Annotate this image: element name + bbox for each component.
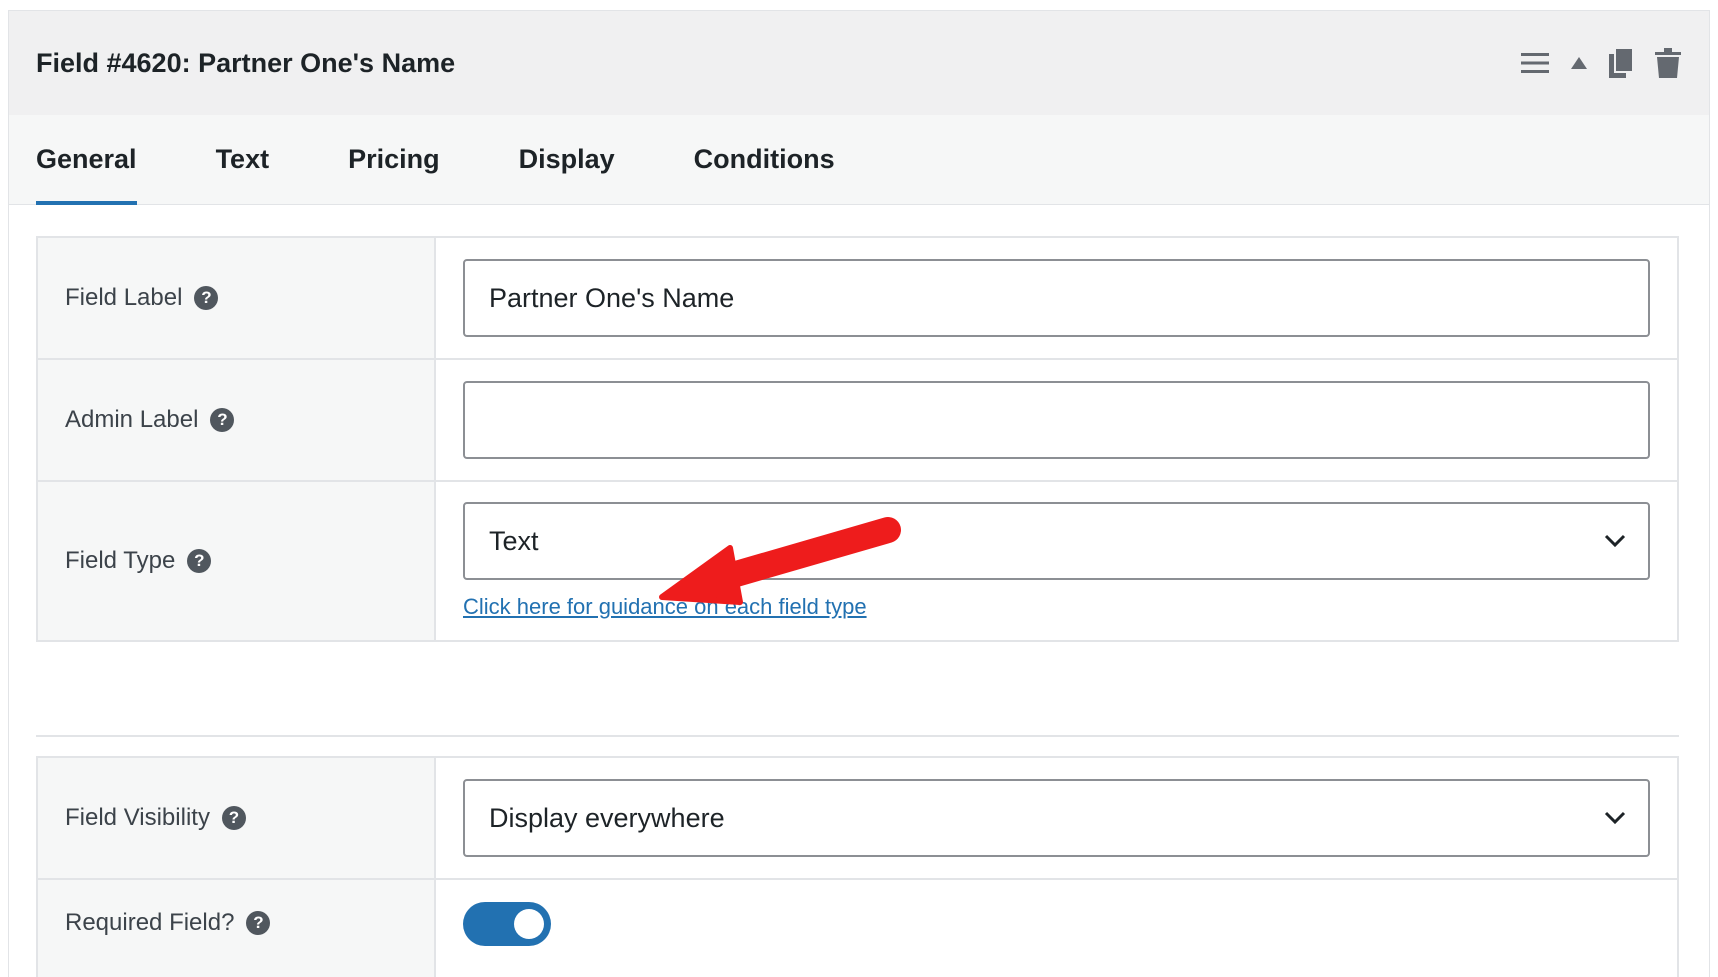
required-field-toggle[interactable]	[463, 902, 551, 946]
required-field-label: Required Field?	[65, 909, 235, 936]
visibility-settings-table: Field Visibility ? Display everywhere Re…	[36, 756, 1679, 977]
tab-pricing[interactable]: Pricing	[348, 115, 440, 204]
help-icon[interactable]: ?	[246, 911, 271, 935]
field-panel: Field #4620: Partner One's Name General …	[8, 10, 1710, 977]
field-label-input[interactable]: Partner One's Name	[463, 259, 1650, 337]
help-icon[interactable]: ?	[210, 408, 235, 432]
chevron-down-icon	[1604, 811, 1626, 825]
field-type-row: Field Type ? Text Click here for guidanc…	[36, 480, 1679, 642]
general-settings-table: Field Label ? Partner One's Name Admin L…	[36, 236, 1679, 642]
field-type-select[interactable]: Text	[463, 502, 1650, 580]
field-type-guidance-link[interactable]: Click here for guidance on each field ty…	[463, 594, 867, 620]
admin-label-label: Admin Label	[65, 406, 199, 433]
admin-label-input[interactable]	[463, 381, 1650, 459]
field-visibility-value: Display everywhere	[489, 802, 725, 833]
field-visibility-row: Field Visibility ? Display everywhere	[36, 756, 1679, 880]
duplicate-icon[interactable]	[1609, 48, 1633, 78]
tab-conditions[interactable]: Conditions	[694, 115, 835, 204]
menu-lines-icon[interactable]	[1521, 52, 1549, 74]
trash-icon[interactable]	[1655, 48, 1681, 78]
help-icon[interactable]: ?	[221, 806, 246, 830]
field-header: Field #4620: Partner One's Name	[9, 11, 1709, 115]
field-label-row: Field Label ? Partner One's Name	[36, 236, 1679, 360]
field-title: Field #4620: Partner One's Name	[36, 47, 456, 78]
field-type-label: Field Type	[65, 547, 176, 574]
tab-text[interactable]: Text	[216, 115, 270, 204]
section-divider	[36, 735, 1679, 737]
chevron-down-icon	[1604, 534, 1626, 548]
field-visibility-select[interactable]: Display everywhere	[463, 779, 1650, 857]
tab-display[interactable]: Display	[519, 115, 615, 204]
required-field-row: Required Field? ?	[36, 878, 1679, 977]
field-visibility-label: Field Visibility	[65, 804, 210, 831]
tab-general[interactable]: General	[36, 115, 137, 205]
help-icon[interactable]: ?	[187, 549, 212, 573]
help-icon[interactable]: ?	[194, 286, 219, 310]
field-label-label: Field Label	[65, 284, 183, 311]
toggle-knob	[514, 909, 544, 939]
field-type-value: Text	[489, 525, 539, 556]
tab-bar: General Text Pricing Display Conditions	[9, 115, 1709, 205]
admin-label-row: Admin Label ?	[36, 358, 1679, 482]
field-actions	[1521, 48, 1681, 78]
collapse-triangle-icon[interactable]	[1571, 57, 1587, 69]
